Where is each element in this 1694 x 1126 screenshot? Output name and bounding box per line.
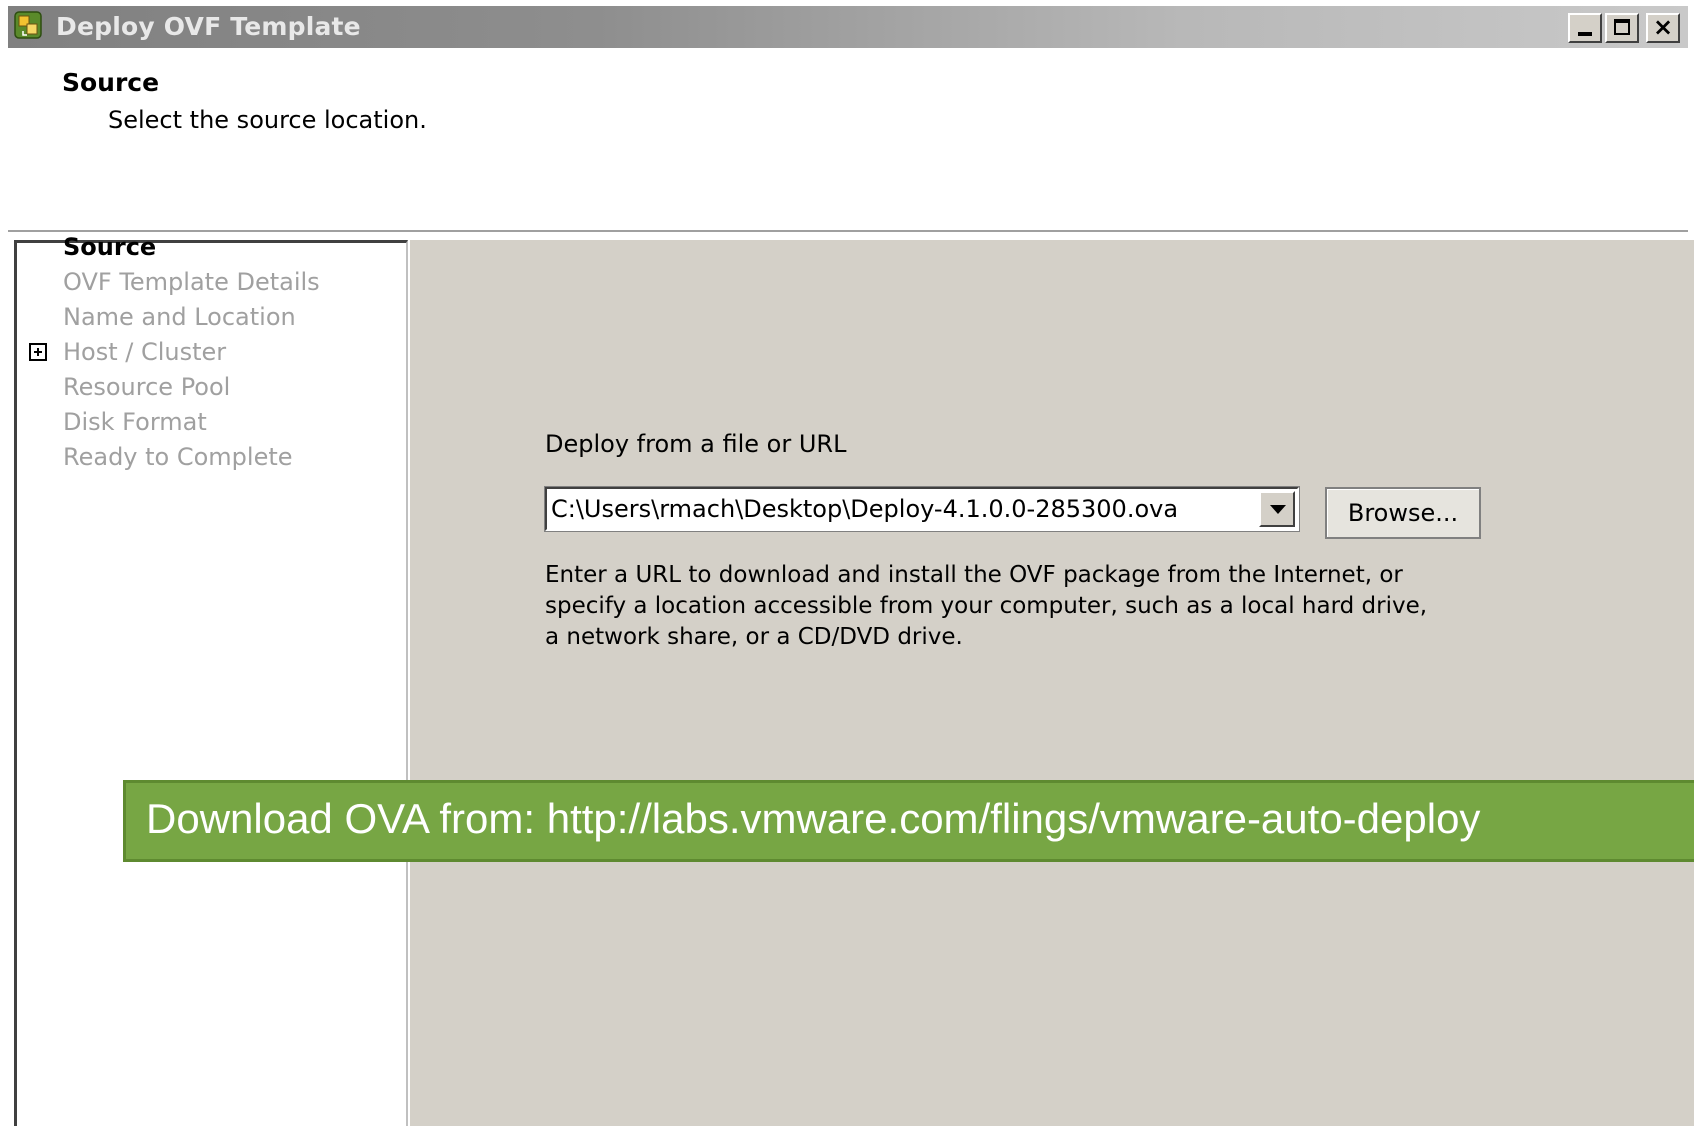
step-name-and-location[interactable]: Name and Location (63, 303, 296, 331)
step-ovf-template-details[interactable]: OVF Template Details (63, 268, 320, 296)
step-source[interactable]: Source (63, 233, 156, 261)
expand-plus-icon[interactable] (29, 343, 47, 361)
wizard-header: Source Select the source location. (8, 48, 1688, 230)
browse-button[interactable]: Browse... (1325, 487, 1481, 539)
source-path-combobox[interactable]: C:\Users\rmach\Desktop\Deploy-4.1.0.0-28… (545, 487, 1299, 531)
wizard-steps-panel: Source OVF Template Details Name and Loc… (14, 233, 408, 1126)
source-path-value[interactable]: C:\Users\rmach\Desktop\Deploy-4.1.0.0-28… (551, 495, 1241, 523)
close-icon: × (1652, 13, 1674, 41)
step-disk-format[interactable]: Disk Format (63, 408, 207, 436)
minimize-button[interactable] (1568, 13, 1602, 43)
source-content-panel: Deploy from a file or URL C:\Users\rmach… (410, 240, 1694, 1126)
page-title: Source (62, 68, 160, 97)
source-help-text: Enter a URL to download and install the … (545, 562, 1428, 650)
deploy-ovf-dialog: Deploy OVF Template × Source Select the … (0, 0, 1694, 1126)
step-ready-to-complete[interactable]: Ready to Complete (63, 443, 293, 471)
download-banner: Download OVA from: http://labs.vmware.co… (123, 780, 1694, 862)
page-subtitle: Select the source location. (108, 106, 427, 134)
chevron-down-icon[interactable] (1259, 491, 1295, 527)
header-divider (8, 230, 1688, 234)
window-title: Deploy OVF Template (56, 12, 361, 41)
close-button[interactable]: × (1646, 13, 1680, 43)
maximize-button[interactable] (1605, 13, 1639, 43)
download-banner-text: Download OVA from: http://labs.vmware.co… (146, 795, 1481, 842)
step-resource-pool[interactable]: Resource Pool (63, 373, 230, 401)
deploy-source-label: Deploy from a file or URL (545, 430, 847, 458)
maximize-icon (1614, 19, 1630, 35)
title-bar[interactable]: Deploy OVF Template × (8, 6, 1688, 48)
ovf-deploy-icon (14, 11, 42, 39)
minimize-icon (1578, 32, 1592, 36)
step-host-cluster[interactable]: Host / Cluster (63, 338, 226, 366)
